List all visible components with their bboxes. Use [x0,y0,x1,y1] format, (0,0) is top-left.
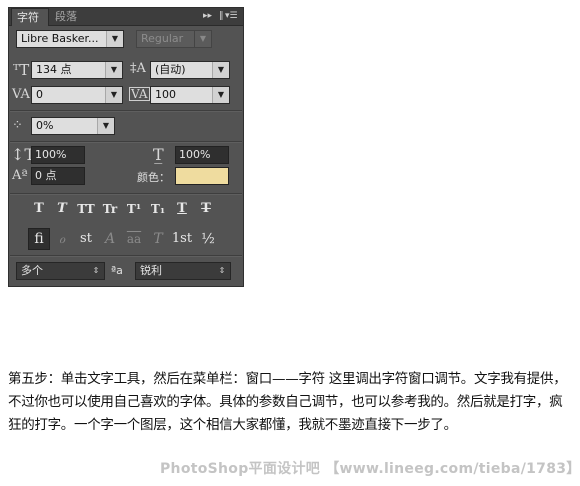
chevron-down-icon: ▼ [105,87,122,103]
chevron-down-icon: ▼ [105,62,122,78]
divider [10,255,242,257]
font-family-dropdown[interactable]: Libre Basker... ▼ [16,30,124,48]
watermark: PhotoShop平面设计吧 【www.lineeg.com/tieba/178… [160,461,580,477]
standard-ligatures-button[interactable]: ﬁ [28,228,50,250]
leading-value: (自动) [155,63,186,76]
leading-icon: ‡A [130,61,146,76]
color-swatch[interactable] [175,167,229,185]
chevron-down-icon: ▼ [97,118,114,134]
leading-dropdown[interactable]: (自动) ▼ [150,61,230,79]
divider [10,141,242,143]
divider [10,110,242,112]
divider [10,193,242,195]
kerning-icon: VA [12,87,30,102]
superscript-button[interactable]: T¹ [123,199,145,219]
baseline-shift-icon: Aª [12,168,28,183]
stylistic-alternates-button[interactable]: aa [123,228,145,250]
panel-tab-bar: 字符 段落 ▸▸ ‖ ▾☰ [9,8,243,26]
character-panel: 字符 段落 ▸▸ ‖ ▾☰ Libre Basker... ▼ Regular … [8,7,244,287]
language-dropdown[interactable]: 多个 ⇕ [16,262,105,280]
small-caps-button[interactable]: Tr [99,199,121,219]
underline-button[interactable]: T [171,199,193,219]
font-size-dropdown[interactable]: 134 点 ▼ [31,61,123,79]
chevron-down-icon: ▼ [106,31,123,47]
kerning-value: 0 [36,88,43,101]
antialias-dropdown[interactable]: 锐利 ⇕ [135,262,231,280]
font-style-dropdown[interactable]: Regular ▼ [136,30,212,48]
tsume-dropdown[interactable]: 0% ▼ [31,117,115,135]
kerning-dropdown[interactable]: 0 ▼ [31,86,123,104]
titling-alternates-button[interactable]: T [147,228,169,250]
tutorial-caption: 第五步：单击文字工具，然后在菜单栏：窗口——字符 这里调出字符窗口调节。文字我有… [8,371,567,433]
antialias-icon: ªa [111,264,123,277]
tsume-value: 0% [36,119,54,132]
antialias-value: 锐利 [140,264,162,277]
tracking-dropdown[interactable]: 100 ▼ [150,86,230,104]
chevron-down-icon: ▼ [212,62,229,78]
tracking-value: 100 [155,88,176,101]
discretionary-ligatures-button[interactable]: st [75,228,97,250]
chevron-updown-icon: ⇕ [88,263,104,279]
font-size-value: 134 点 [36,63,72,76]
faux-italic-button[interactable]: T [51,199,73,219]
chevron-updown-icon: ⇕ [214,263,230,279]
fractions-button[interactable]: ½ [197,228,219,250]
language-value: 多个 [21,264,43,277]
tsume-icon: ⁘ [12,118,23,133]
horizontal-scale-icon: T̲ [153,145,164,164]
baseline-shift-field[interactable]: 0 点 [31,167,85,185]
tab-paragraph[interactable]: 段落 [50,8,88,25]
subscript-button[interactable]: T₁ [147,199,169,219]
faux-bold-button[interactable]: T [28,199,50,219]
tab-character[interactable]: 字符 [11,8,49,26]
font-family-value: Libre Basker... [21,32,99,45]
all-caps-button[interactable]: TT [75,199,97,219]
chevron-down-icon: ▼ [194,31,211,47]
swash-button[interactable]: A [99,228,121,250]
collapse-icon[interactable]: ▸▸ [203,10,212,22]
font-size-icon: ᵀT [13,61,30,79]
chevron-down-icon: ▼ [212,87,229,103]
contextual-alternates-button[interactable]: ℴ [51,228,73,250]
tracking-icon: VA [129,87,150,101]
ordinals-button[interactable]: 1st [171,228,193,250]
divider-icon: ‖ [219,11,224,21]
font-style-value: Regular [141,32,184,45]
vertical-scale-field[interactable]: 100% [31,146,85,164]
horizontal-scale-field[interactable]: 100% [175,146,229,164]
strikethrough-button[interactable]: T [195,199,217,219]
color-label: 颜色： [137,171,170,184]
panel-menu-icon[interactable]: ▾☰ [225,10,238,22]
